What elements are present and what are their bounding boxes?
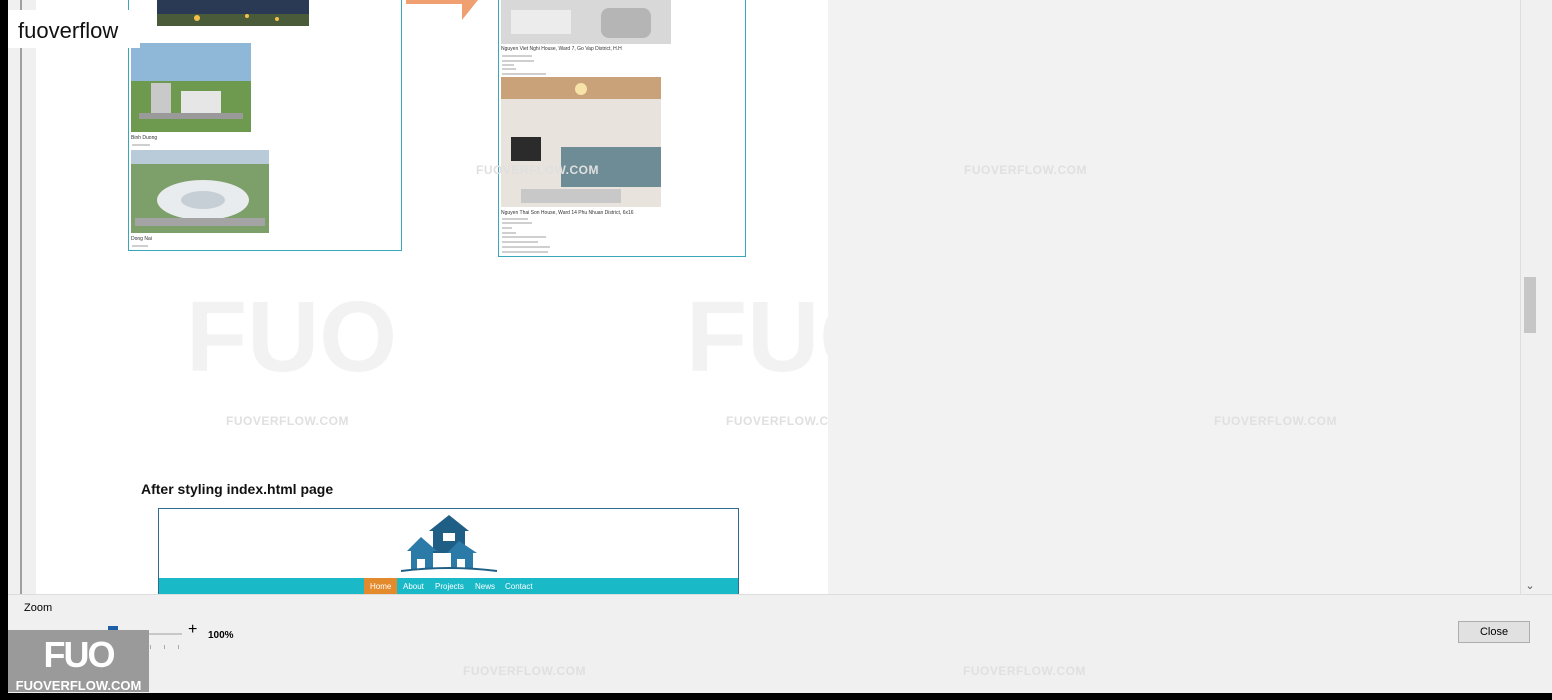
house-2-detail-line-8 — [502, 251, 548, 253]
watermark-mark: FUO — [1178, 281, 1390, 393]
house-2-detail-line-1 — [502, 218, 528, 220]
house-1-detail-line-5 — [502, 73, 546, 75]
document-viewer-window: Binh Duong Dong Nai Nguyen Viet Nghi Hou… — [8, 0, 1552, 693]
dong-nai-image — [131, 150, 269, 233]
house-2-detail-line-5 — [502, 236, 546, 238]
watermark-text: FUOVERFLOW.COM — [476, 163, 599, 177]
house-1-detail-line-1 — [502, 55, 532, 57]
house-2-detail-line-2 — [502, 222, 532, 224]
scroll-down-icon[interactable]: ⌄ — [1524, 580, 1536, 592]
styled-site-preview: Home About Projects News Contact — [158, 508, 739, 594]
close-button[interactable]: Close — [1458, 621, 1530, 643]
city-image-top — [157, 0, 309, 26]
site-nav-bar: Home About Projects News Contact — [159, 578, 738, 594]
house-2-detail-line-4 — [502, 232, 516, 234]
watermark-text: FUOVERFLOW.COM — [226, 414, 349, 428]
document-page: Binh Duong Dong Nai Nguyen Viet Nghi Hou… — [36, 0, 828, 594]
site-nav-about: About — [403, 582, 424, 591]
city-list-frame: Binh Duong Dong Nai — [128, 0, 402, 251]
site-nav-contact: Contact — [505, 582, 533, 591]
watermark-text: FUOVERFLOW.COM — [963, 664, 1086, 678]
watermark-text: FUOVERFLOW.COM — [726, 414, 828, 428]
logo-mark: FUO — [43, 634, 116, 675]
empty-viewer-area: FUO FUO FUOVERFLOW.COM FUOVERFLOW.COM — [828, 0, 1520, 594]
caption-house-2: Nguyen Thai Son House, Ward 14 Phu Nhuan… — [501, 210, 634, 216]
binh-duong-image — [131, 43, 251, 132]
caption-house-1: Nguyen Viet Nghi House, Ward 7, Go Vap D… — [501, 46, 622, 52]
brand-tag: fuoverflow — [8, 10, 140, 48]
zoom-in-button[interactable]: + — [188, 621, 197, 639]
vertical-scrollbar[interactable]: ⌄ — [1520, 0, 1538, 594]
caption-binh-duong-detail — [132, 144, 150, 146]
document-viewport[interactable]: Binh Duong Dong Nai Nguyen Viet Nghi Hou… — [20, 0, 1538, 594]
watermark-mark: FUO — [928, 31, 1140, 143]
zoom-label: Zoom — [24, 602, 53, 614]
house-1-detail-line-2 — [502, 60, 534, 62]
house-2-detail-line-3 — [502, 227, 512, 229]
caption-binh-duong: Binh Duong — [131, 135, 158, 141]
house-1-detail-line-4 — [502, 68, 516, 70]
zoom-toolbar: Zoom - + 100% FUOVERFLOW.COM FUOVERFLOW.… — [8, 594, 1552, 693]
arrow-right-icon — [406, 0, 478, 20]
watermark-text: FUOVERFLOW.COM — [463, 664, 586, 678]
site-nav-news: News — [475, 582, 496, 591]
site-nav-home: Home — [364, 578, 398, 594]
zoom-value: 100% — [208, 630, 234, 641]
house-list-frame: Nguyen Viet Nghi House, Ward 7, Go Vap D… — [498, 0, 746, 257]
house-logo-icon — [400, 515, 498, 572]
zoom-tick — [150, 645, 151, 649]
watermark-mark: FUO — [686, 281, 828, 393]
caption-dong-nai: Dong Nai — [131, 236, 152, 242]
watermark-text: FUOVERFLOW.COM — [1214, 414, 1337, 428]
house-1-detail-line-3 — [502, 64, 514, 66]
zoom-tick — [164, 645, 165, 649]
zoom-tick — [178, 645, 179, 649]
watermark-mark: FUO — [186, 281, 398, 393]
scrollbar-thumb[interactable] — [1524, 277, 1536, 333]
caption-dong-nai-detail — [132, 245, 148, 247]
section-heading: After styling index.html page — [141, 481, 334, 497]
house-image-2 — [501, 77, 661, 207]
house-image-1 — [501, 0, 671, 44]
watermark-text: FUOVERFLOW.COM — [964, 163, 1087, 177]
brand-logo: FUO FUOVERFLOW.COM — [8, 630, 149, 693]
site-nav-projects: Projects — [435, 582, 464, 591]
logo-url: FUOVERFLOW.COM — [15, 678, 142, 693]
house-2-detail-line-7 — [502, 246, 550, 248]
house-2-detail-line-6 — [502, 241, 538, 243]
